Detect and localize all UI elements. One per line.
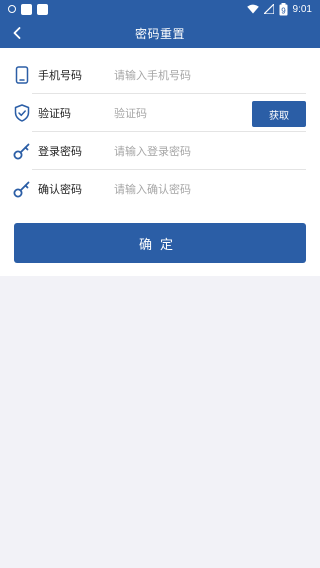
reset-password-form: 手机号码 验证码 获取 登录密码 [0, 56, 320, 206]
confirm-button[interactable]: 确定 [14, 223, 306, 263]
phone-label: 手机号码 [38, 69, 82, 82]
login-password-label: 登录密码 [38, 145, 82, 158]
verification-code-input[interactable] [114, 101, 234, 125]
signal-icon [263, 4, 274, 14]
verification-label: 验证码 [38, 107, 71, 120]
form-row-login-password: 登录密码 [0, 132, 320, 170]
form-row-confirm-password: 确认密码 [0, 170, 320, 208]
form-row-phone: 手机号码 [0, 56, 320, 94]
phone-icon [13, 66, 31, 84]
notification-app-icon [21, 3, 32, 15]
battery-icon: 9 [279, 2, 288, 15]
phone-input[interactable] [114, 63, 244, 87]
confirm-password-label: 确认密码 [38, 183, 82, 196]
form-row-verification: 验证码 获取 [0, 94, 320, 132]
shield-check-icon [13, 104, 31, 122]
status-bar: 9 9:01 [0, 0, 320, 18]
app-header: 密码重置 [0, 18, 320, 48]
notification-app-icon [37, 3, 48, 15]
battery-level: 9 [281, 6, 286, 15]
page-title: 密码重置 [134, 26, 185, 41]
key-icon [13, 180, 31, 198]
status-notifications [8, 3, 48, 15]
get-code-button[interactable]: 获取 [252, 101, 306, 127]
status-indicators: 9 9:01 [246, 2, 312, 16]
back-button[interactable] [6, 22, 28, 44]
notification-circle-icon [8, 5, 16, 13]
key-icon [13, 142, 31, 160]
login-password-input[interactable] [114, 139, 244, 163]
confirm-password-input[interactable] [114, 177, 244, 201]
wifi-icon [246, 4, 259, 14]
chevron-left-icon [13, 27, 21, 39]
status-time: 9:01 [292, 3, 312, 15]
